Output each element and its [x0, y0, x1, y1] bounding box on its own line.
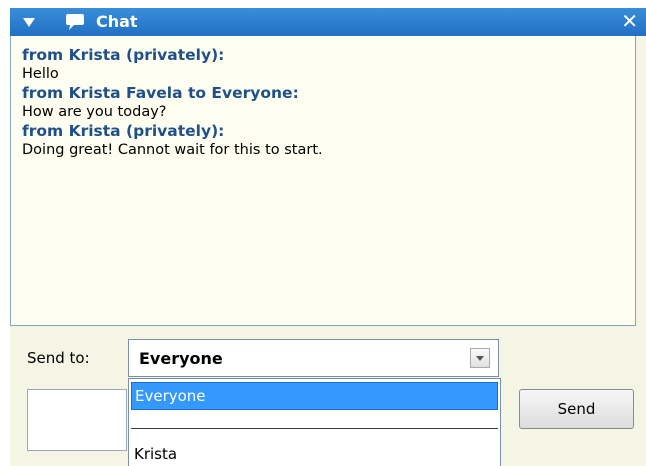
chevron-down-icon[interactable]: [23, 18, 35, 27]
message-input[interactable]: [27, 389, 127, 451]
message-body: Doing great! Cannot wait for this to sta…: [22, 142, 323, 158]
send-button[interactable]: Send: [519, 389, 634, 429]
recipient-dropdown-list: Everyone Krista: [128, 378, 501, 466]
message-header: from Krista (privately):: [22, 122, 225, 140]
recipient-option-everyone[interactable]: Everyone: [131, 382, 498, 410]
recipient-select[interactable]: Everyone: [128, 339, 499, 377]
chat-bubble-icon: [66, 14, 84, 30]
message-body: How are you today?: [22, 104, 167, 120]
dropdown-button[interactable]: [470, 348, 490, 368]
window-title: Chat: [96, 12, 138, 31]
recipient-option-separator[interactable]: [131, 413, 498, 429]
chevron-down-icon: [476, 356, 484, 361]
message-header: from Krista (privately):: [22, 46, 225, 64]
message-header: from Krista Favela to Everyone:: [22, 84, 299, 102]
close-icon[interactable]: ✕: [621, 10, 638, 32]
chat-panel: Chat ✕ from Krista (privately): Hello fr…: [10, 8, 646, 466]
message-body: Hello: [22, 66, 59, 82]
send-to-label: Send to:: [27, 349, 90, 367]
message-log: from Krista (privately): Hello from Kris…: [10, 36, 636, 326]
recipient-option-krista[interactable]: Krista: [131, 441, 498, 466]
chat-titlebar: Chat ✕: [10, 8, 646, 36]
recipient-select-value: Everyone: [139, 349, 223, 368]
